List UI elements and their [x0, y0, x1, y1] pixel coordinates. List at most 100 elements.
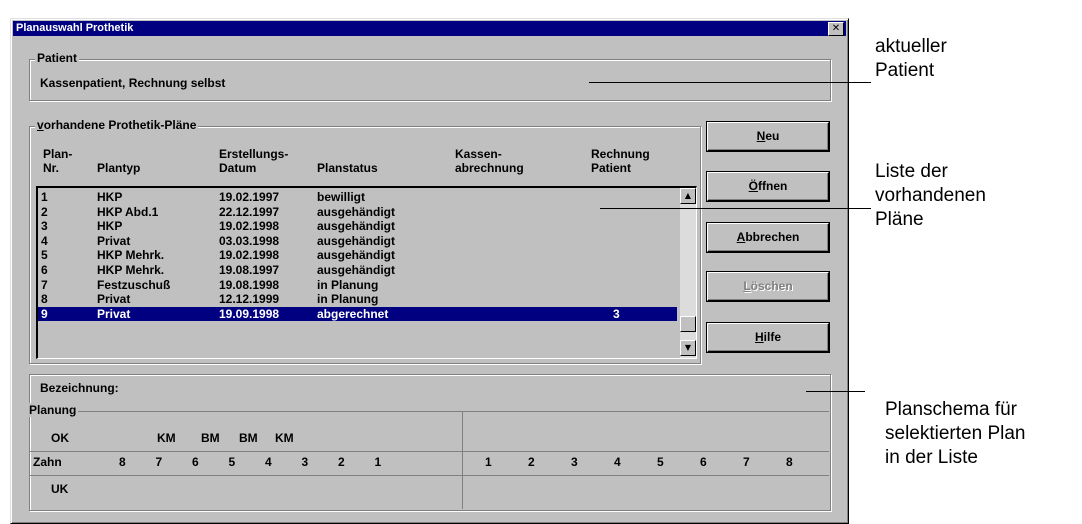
tooth-number-upper-right[interactable]: 5	[657, 455, 664, 469]
ok-label: OK	[51, 431, 69, 445]
plan-cell: HKP	[97, 219, 123, 234]
column-header: Datum	[219, 161, 257, 175]
hilfe-button[interactable]: Hilfe	[707, 323, 829, 352]
plan-cell: ausgehändigt	[317, 233, 396, 248]
plan-cell: HKP	[97, 190, 123, 204]
tooth-number-upper-right[interactable]: 3	[571, 455, 578, 469]
column-header: Plantyp	[97, 161, 141, 175]
tooth-number-upper-left[interactable]: 1	[375, 455, 382, 469]
tooth-number-upper-right[interactable]: 2	[528, 455, 535, 469]
plan-cell: 1	[41, 190, 48, 204]
tooth-number-upper-right[interactable]: 7	[743, 455, 750, 469]
plan-cell: ausgehändigt	[317, 248, 396, 263]
scroll-down-arrow[interactable]: ▼	[680, 340, 696, 356]
plan-cell: 19.02.1998	[219, 219, 280, 234]
annotation-schema-line2: selektierten Plan	[885, 423, 1026, 444]
plan-cell: 19.08.1998	[219, 277, 280, 292]
tooth-number-upper-left[interactable]: 3	[302, 455, 309, 469]
plan-cell: 7	[41, 277, 48, 292]
plan-row[interactable]: 7 Festzuschuß 19.08.1998 in Planung	[38, 278, 677, 292]
plan-cell: 8	[41, 292, 48, 307]
plan-row[interactable]: 9 Privat 19.09.1998 abgerechnet 3	[38, 306, 677, 321]
plan-cell: 22.12.1997	[219, 204, 280, 219]
plan-cell: abgerechnet	[317, 306, 389, 321]
plan-cell: bewilligt	[317, 190, 365, 204]
oeffnen-mnemonic: Ö	[748, 179, 758, 193]
ok-row-line	[30, 451, 829, 452]
tooth-number-upper-right[interactable]: 4	[614, 455, 621, 469]
tooth-number-upper-right[interactable]: 6	[700, 455, 707, 469]
annotation-list-line2: vorhandenen	[875, 185, 986, 206]
jaw-midline	[462, 411, 463, 509]
plan-cell: 19.02.1998	[219, 248, 280, 263]
column-header: Nr.	[43, 161, 60, 175]
loeschen-label: öschen	[750, 279, 793, 293]
tooth-number-upper-left[interactable]: 2	[338, 455, 345, 469]
title-bar: Planauswahl Prothetik ✕	[13, 21, 846, 36]
abbrechen-button[interactable]: Abbrechen	[707, 223, 829, 252]
plan-cell: 19.02.1997	[219, 190, 280, 204]
plan-row[interactable]: 1 HKP 19.02.1997 bewilligt	[38, 190, 677, 204]
plan-cell: 12.12.1999	[219, 292, 280, 307]
leader-patient	[589, 82, 871, 83]
tooth-number-upper-right[interactable]: 1	[485, 455, 492, 469]
column-header: Kassen-	[455, 147, 502, 161]
close-icon: ✕	[831, 23, 841, 34]
plan-cell: 03.03.1998	[219, 233, 280, 248]
tooth-number-upper-left[interactable]: 7	[156, 455, 163, 469]
plan-row[interactable]: 2 HKP Abd.1 22.12.1997 ausgehändigt	[38, 205, 677, 219]
plan-cell: 5	[41, 248, 48, 263]
abbrechen-label: bbrechen	[745, 230, 800, 244]
column-header: Planstatus	[317, 161, 378, 175]
column-header: abrechnung	[455, 161, 524, 175]
plan-cell: Privat	[97, 306, 131, 321]
tooth-number-upper-left[interactable]: 5	[229, 455, 236, 469]
plan-cell: 3	[613, 306, 620, 321]
plan-cell: 9	[41, 306, 48, 321]
patient-status: Kassenpatient, Rechnung selbst	[40, 76, 226, 90]
annotation-schema: Planschema für selektierten Plan in der …	[885, 398, 1025, 470]
bezeichnung-label: Bezeichnung:	[40, 381, 119, 395]
plan-cell: 3	[41, 219, 48, 234]
plan-row[interactable]: 6 HKP Mehrk. 19.08.1997 ausgehändigt	[38, 263, 677, 277]
zahn-label: Zahn	[33, 455, 62, 469]
scroll-up-arrow[interactable]: ▲	[680, 188, 696, 204]
oeffnen-button[interactable]: Öffnen	[707, 172, 829, 201]
plan-cell: 19.08.1997	[219, 263, 280, 277]
annotation-schema-line3: in der Liste	[885, 447, 978, 468]
close-button[interactable]: ✕	[828, 22, 844, 36]
ok-mark: BM	[239, 431, 258, 445]
ok-mark: BM	[201, 431, 220, 445]
leader-list	[600, 208, 871, 209]
plan-row[interactable]: 3 HKP 19.02.1998 ausgehändigt	[38, 219, 677, 233]
tooth-number-upper-right[interactable]: 8	[786, 455, 793, 469]
plan-cell: ausgehändigt	[317, 204, 396, 219]
tooth-number-upper-left[interactable]: 8	[119, 455, 126, 469]
neu-label: eu	[765, 129, 780, 143]
tooth-number-upper-left[interactable]: 6	[192, 455, 199, 469]
listbox-scrollbar[interactable]: ▲ ▼	[680, 188, 696, 358]
plan-row[interactable]: 5 HKP Mehrk. 19.02.1998 ausgehändigt	[38, 248, 677, 262]
schema-group	[29, 374, 831, 511]
annotation-patient-line1: aktueller	[875, 36, 947, 57]
plan-row[interactable]: 4 Privat 03.03.1998 ausgehändigt	[38, 234, 677, 248]
plan-row[interactable]: 8 Privat 12.12.1999 in Planung	[38, 292, 677, 306]
neu-button[interactable]: Neu	[707, 122, 829, 151]
loeschen-mnemonic: L	[743, 279, 751, 293]
hilfe-label: ilfe	[763, 330, 781, 344]
window-title: Planauswahl Prothetik	[16, 22, 134, 34]
column-header: Erstellungs-	[219, 147, 289, 161]
plans-listbox[interactable]: 1 HKP 19.02.1997 bewilligt 2 HKP Abd.1 22.12.1…	[36, 186, 697, 359]
tooth-number-upper-left[interactable]: 4	[265, 455, 272, 469]
loeschen-button[interactable]: Löschen	[707, 272, 829, 301]
annotation-list-line1: Liste der	[875, 161, 948, 182]
scroll-thumb[interactable]	[680, 316, 696, 332]
planung-rule	[30, 411, 829, 412]
plan-cell: 19.09.1998	[219, 306, 280, 321]
uk-label: UK	[51, 482, 69, 496]
column-header: Rechnung	[591, 147, 650, 161]
plan-cell: in Planung	[317, 277, 379, 292]
planauswahl-dialog: Planauswahl Prothetik ✕ Patient Kassenpa…	[10, 18, 849, 524]
annotation-list: Liste der vorhandenen Pläne	[875, 160, 986, 232]
plan-cell: Privat	[97, 292, 131, 307]
